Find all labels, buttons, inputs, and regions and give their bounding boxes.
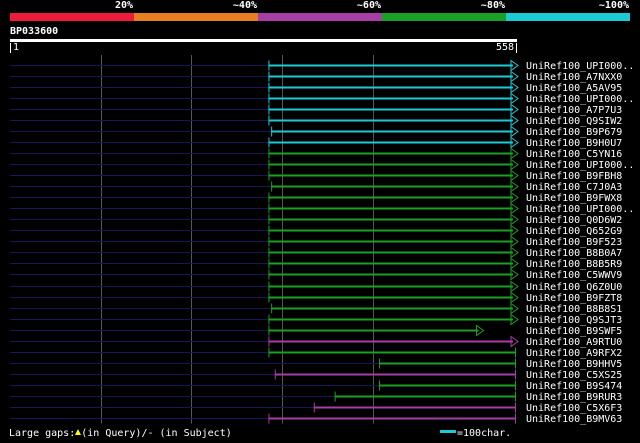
hit-label-link[interactable]: UniRef100_Q9SJT3 <box>526 315 622 326</box>
hit-label-link[interactable]: UniRef100_A9RFX2 <box>526 348 622 359</box>
hit-label-link[interactable]: UniRef100_C5YN16 <box>526 149 622 160</box>
hit-row[interactable]: UniRef100_UPI000.. <box>10 92 634 106</box>
hit-label-link[interactable]: UniRef100_B9FZT8 <box>526 293 622 304</box>
hit-label-link[interactable]: UniRef100_B8B8S1 <box>526 304 622 315</box>
hit-label-link[interactable]: UniRef100_C5WWV9 <box>526 270 622 281</box>
hit-label-link[interactable]: UniRef100_B9FWX8 <box>526 193 622 204</box>
hit-label-link[interactable]: UniRef100_UPI000.. <box>526 160 634 171</box>
hit-label-link[interactable]: UniRef100_UPI000.. <box>526 61 634 72</box>
hit-label-link[interactable]: UniRef100_B9F523 <box>526 237 622 248</box>
hit-label-link[interactable]: UniRef100_Q9SIW2 <box>526 116 622 127</box>
hit-label-link[interactable]: UniRef100_B9P679 <box>526 127 622 138</box>
gaps-legend-prefix: Large gaps: <box>9 428 76 439</box>
hit-label-link[interactable]: UniRef100_B8B0A7 <box>526 248 622 259</box>
gaps-legend: Large gaps: (in Query)/- (in Subject) <box>9 428 232 440</box>
scale-label: =100char. <box>457 428 512 439</box>
hit-label-link[interactable]: UniRef100_C5X6F3 <box>526 403 622 414</box>
hit-row[interactable]: UniRef100_UPI000.. <box>10 158 634 172</box>
hit-label-link[interactable]: UniRef100_A9RTU0 <box>526 337 622 348</box>
hit-row[interactable]: UniRef100_UPI000.. <box>10 202 634 216</box>
gaps-legend-suffix: (in Query)/- (in Subject) <box>81 428 232 439</box>
hit-label-link[interactable]: UniRef100_UPI000.. <box>526 204 634 215</box>
hit-label-link[interactable]: UniRef100_A7P7U3 <box>526 105 622 116</box>
scale-legend: =100char. <box>440 428 511 440</box>
hit-label-link[interactable]: UniRef100_B8B5R9 <box>526 259 622 270</box>
hit-label-link[interactable]: UniRef100_Q6Z0U0 <box>526 282 622 293</box>
hit-label-link[interactable]: UniRef100_A7NXX0 <box>526 72 622 83</box>
hit-label-link[interactable]: UniRef100_Q0D6W2 <box>526 215 622 226</box>
hit-label-link[interactable]: UniRef100_C7J0A3 <box>526 182 622 193</box>
hit-label-link[interactable]: UniRef100_B9MV63 <box>526 414 622 425</box>
hit-label-link[interactable]: UniRef100_Q652G9 <box>526 226 622 237</box>
hit-label-link[interactable]: UniRef100_B9RUR3 <box>526 392 622 403</box>
hit-label-link[interactable]: UniRef100_B9HHV5 <box>526 359 622 370</box>
hit-label-link[interactable]: UniRef100_B9H0U7 <box>526 138 622 149</box>
hit-label-link[interactable]: UniRef100_B9SWF5 <box>526 326 622 337</box>
hit-label-link[interactable]: UniRef100_A5AV95 <box>526 83 622 94</box>
hit-label-link[interactable]: UniRef100_B9FBH8 <box>526 171 622 182</box>
hit-alignment-panel: UniRef100_UPI000..UniRef100_A7NXX0UniRef… <box>10 55 634 425</box>
scale-swatch <box>440 430 456 433</box>
hit-row[interactable]: UniRef100_UPI000.. <box>10 59 634 73</box>
hit-label-link[interactable]: UniRef100_UPI000.. <box>526 94 634 105</box>
hit-label-link[interactable]: UniRef100_C5XS25 <box>526 370 622 381</box>
hit-label-link[interactable]: UniRef100_B9S474 <box>526 381 622 392</box>
